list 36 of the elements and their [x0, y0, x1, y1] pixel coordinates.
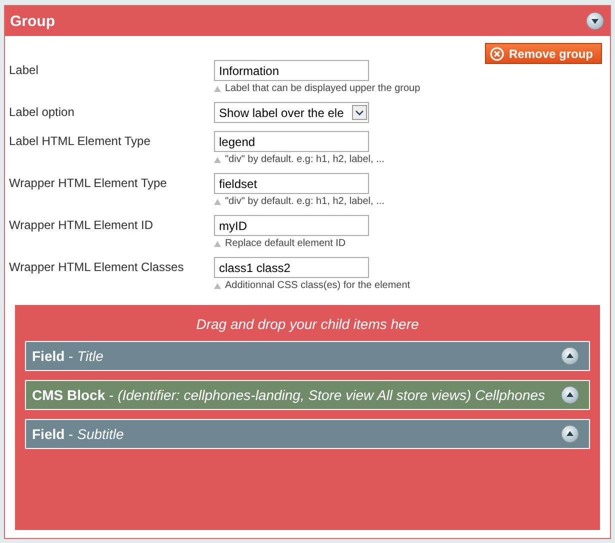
field-label: Wrapper HTML Element Type: [9, 175, 168, 192]
field-label: Label HTML Element Type: [9, 133, 152, 150]
field-item[interactable]: Field - Title: [25, 341, 590, 371]
hint-icon: [214, 86, 221, 92]
drop-hint: Drag and drop your child items here: [196, 316, 419, 332]
input-field[interactable]: legend: [214, 131, 369, 152]
input-field[interactable]: class1 class2: [214, 257, 369, 278]
item-label: CMS Block - (Identifier: cellphones-landing, Store view All store views) Cellphones: [32, 387, 546, 403]
field-hint: Replace default element ID: [225, 238, 346, 249]
field-hint: "div" by default. e.g: h1, h2, label, ...: [225, 154, 384, 165]
field-label: Label option: [9, 104, 76, 121]
field-hint: Additionnal CSS class(es) for the element: [225, 280, 410, 291]
remove-icon: [490, 46, 504, 60]
field-hint: "div" by default. e.g: h1, h2, label, ...: [225, 196, 384, 207]
field-hint: Label that can be displayed upper the group: [225, 83, 420, 94]
header-title: Group: [10, 12, 55, 30]
field-label: Wrapper HTML Element Classes: [9, 259, 185, 276]
field-label: Wrapper HTML Element ID: [9, 217, 154, 234]
select-field[interactable]: Show label over the ele: [214, 102, 369, 123]
input-field[interactable]: myID: [214, 215, 369, 236]
caret-icon: [355, 110, 364, 116]
item-label: Field - Subtitle: [32, 426, 124, 442]
field-item[interactable]: Field - Subtitle: [25, 419, 590, 449]
hint-icon: [214, 156, 221, 162]
collapse-icon[interactable]: [561, 425, 579, 443]
input-field[interactable]: Information: [214, 60, 369, 81]
field-label: Label: [9, 62, 40, 79]
input-field[interactable]: fieldset: [214, 173, 369, 194]
collapse-icon[interactable]: [561, 386, 579, 404]
cms-block-item[interactable]: CMS Block - (Identifier: cellphones-landing, Store view All store views) Cellphones: [25, 380, 590, 410]
expand-icon[interactable]: [586, 12, 604, 30]
item-label: Field - Title: [32, 348, 104, 364]
collapse-icon[interactable]: [561, 347, 579, 365]
hint-icon: [214, 240, 221, 246]
hint-icon: [214, 282, 221, 288]
hint-icon: [214, 198, 221, 204]
